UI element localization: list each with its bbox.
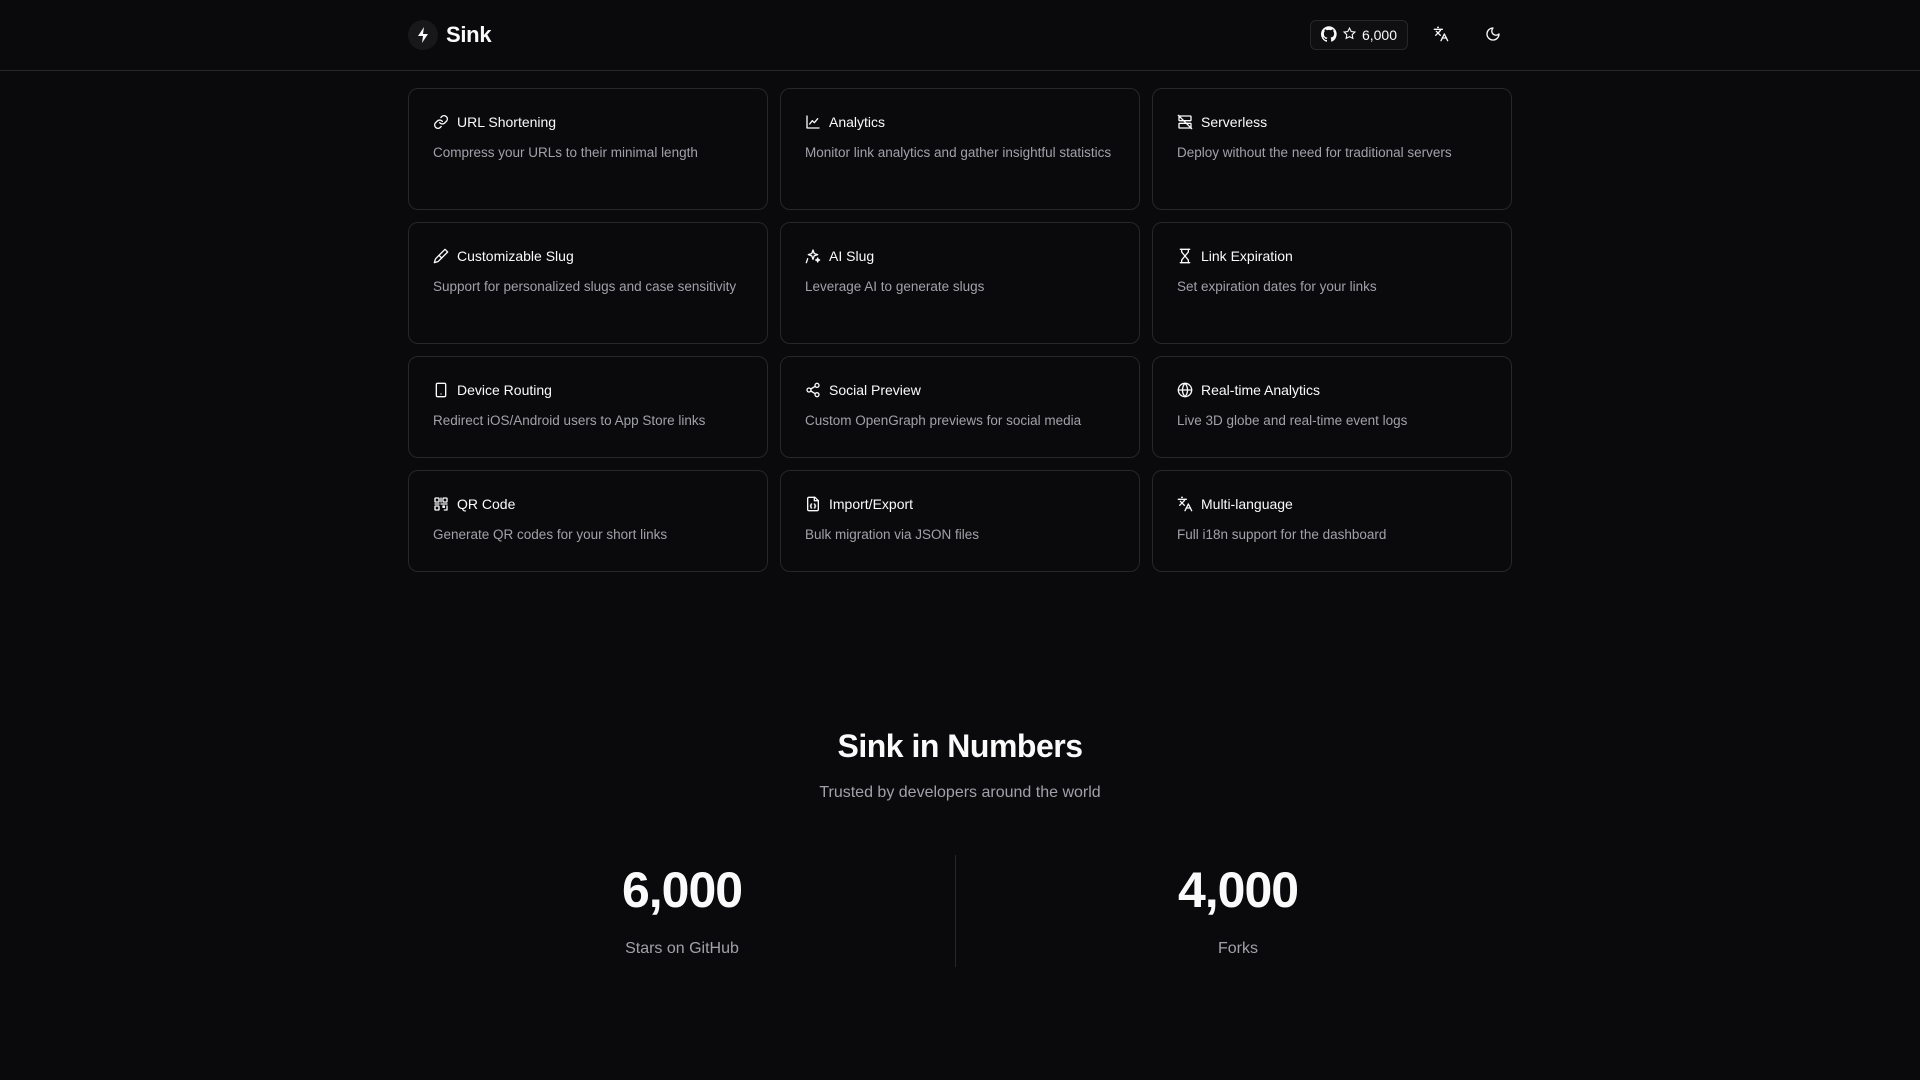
- stat-value: 4,000: [1177, 862, 1299, 918]
- stats-title: Sink in Numbers: [837, 728, 1084, 764]
- github-stars-count: 6,000: [1361, 27, 1397, 43]
- brand-link[interactable]: Sink: [408, 20, 492, 50]
- feature-card-url-shortening: URL Shortening Compress your URLs to the…: [408, 88, 768, 210]
- feature-title: Device Routing: [457, 382, 552, 398]
- feature-card-link-expiration: Link Expiration Set expiration dates for…: [1152, 222, 1512, 344]
- smartphone-icon: [435, 382, 447, 398]
- feature-card-multi-language: Multi-language Full i18n support for the…: [1152, 470, 1512, 572]
- feature-description: Redirect iOS/Android users to App Store …: [433, 413, 706, 428]
- star-icon: [1342, 26, 1357, 43]
- server-off-icon: [1177, 114, 1193, 130]
- feature-description: Support for personalized slugs and case …: [433, 279, 737, 294]
- feature-card-import-export: Import/Export Bulk migration via JSON fi…: [780, 470, 1140, 572]
- languages-icon: [1177, 496, 1193, 512]
- feature-title: Analytics: [829, 114, 886, 130]
- github-stars-button[interactable]: 6,000: [1309, 20, 1408, 50]
- feature-description: Leverage AI to generate slugs: [805, 279, 985, 294]
- feature-description: Full i18n support for the dashboard: [1177, 527, 1387, 542]
- site-header: Sink 6,000: [0, 0, 1920, 71]
- stat-value: 6,000: [621, 862, 743, 918]
- stats-subtitle: Trusted by developers around the world: [819, 784, 1101, 801]
- feature-title: Link Expiration: [1201, 248, 1293, 264]
- hourglass-icon: [1179, 248, 1191, 264]
- link-icon: [434, 115, 448, 129]
- feature-title: AI Slug: [829, 248, 875, 264]
- feature-description: Compress your URLs to their minimal leng…: [433, 145, 698, 160]
- stat-label: Stars on GitHub: [625, 940, 739, 957]
- feature-title: URL Shortening: [457, 114, 557, 130]
- brand-name: Sink: [446, 22, 492, 47]
- moon-icon: [1485, 26, 1501, 45]
- feature-description: Monitor link analytics and gather insigh…: [805, 145, 1112, 160]
- feature-title: Social Preview: [829, 382, 921, 398]
- github-icon: [1320, 25, 1337, 45]
- stat-forks: 4,000 Forks: [960, 860, 1516, 958]
- feature-description: Live 3D globe and real-time event logs: [1177, 413, 1408, 428]
- feature-description: Set expiration dates for your links: [1177, 279, 1377, 294]
- stats-divider: [955, 855, 956, 967]
- feature-card-customizable-slug: Customizable Slug Support for personaliz…: [408, 222, 768, 344]
- feature-card-analytics: Analytics Monitor link analytics and gat…: [780, 88, 1140, 210]
- globe-icon: [1177, 382, 1193, 398]
- feature-title: Multi-language: [1201, 496, 1293, 512]
- chart-icon: [806, 115, 820, 129]
- qr-code-icon: [434, 497, 448, 511]
- feature-card-device-routing: Device Routing Redirect iOS/Android user…: [408, 356, 768, 458]
- feature-description: Deploy without the need for traditional …: [1177, 145, 1452, 160]
- language-button[interactable]: [1422, 18, 1460, 52]
- sparkles-icon: [805, 249, 821, 264]
- feature-card-qr-code: QR Code Generate QR codes for your short…: [408, 470, 768, 572]
- feature-title: Serverless: [1201, 114, 1268, 130]
- theme-toggle-button[interactable]: [1474, 18, 1512, 52]
- header-actions: 6,000: [1309, 18, 1512, 52]
- feature-card-social-preview: Social Preview Custom OpenGraph previews…: [780, 356, 1140, 458]
- feature-title: QR Code: [457, 496, 516, 512]
- features-grid: URL Shortening Compress your URLs to the…: [408, 88, 1512, 572]
- paintbrush-icon: [433, 248, 449, 264]
- feature-card-ai-slug: AI Slug Leverage AI to generate slugs: [780, 222, 1140, 344]
- languages-icon: [1433, 26, 1449, 45]
- feature-title: Real-time Analytics: [1201, 382, 1321, 398]
- feature-title: Import/Export: [829, 496, 914, 512]
- header-inner: Sink 6,000: [408, 0, 1512, 70]
- feature-title: Customizable Slug: [457, 248, 574, 264]
- feature-card-real-time-analytics: Real-time Analytics Live 3D globe and re…: [1152, 356, 1512, 458]
- stat-github-stars: 6,000 Stars on GitHub: [404, 860, 960, 958]
- feature-description: Bulk migration via JSON files: [805, 527, 980, 542]
- feature-card-serverless: Serverless Deploy without the need for t…: [1152, 88, 1512, 210]
- zap-icon: [408, 20, 438, 50]
- file-json-icon: [807, 496, 819, 512]
- feature-description: Custom OpenGraph previews for social med…: [805, 413, 1082, 428]
- stat-label: Forks: [1218, 940, 1258, 957]
- feature-description: Generate QR codes for your short links: [433, 527, 668, 542]
- share-icon: [806, 382, 820, 398]
